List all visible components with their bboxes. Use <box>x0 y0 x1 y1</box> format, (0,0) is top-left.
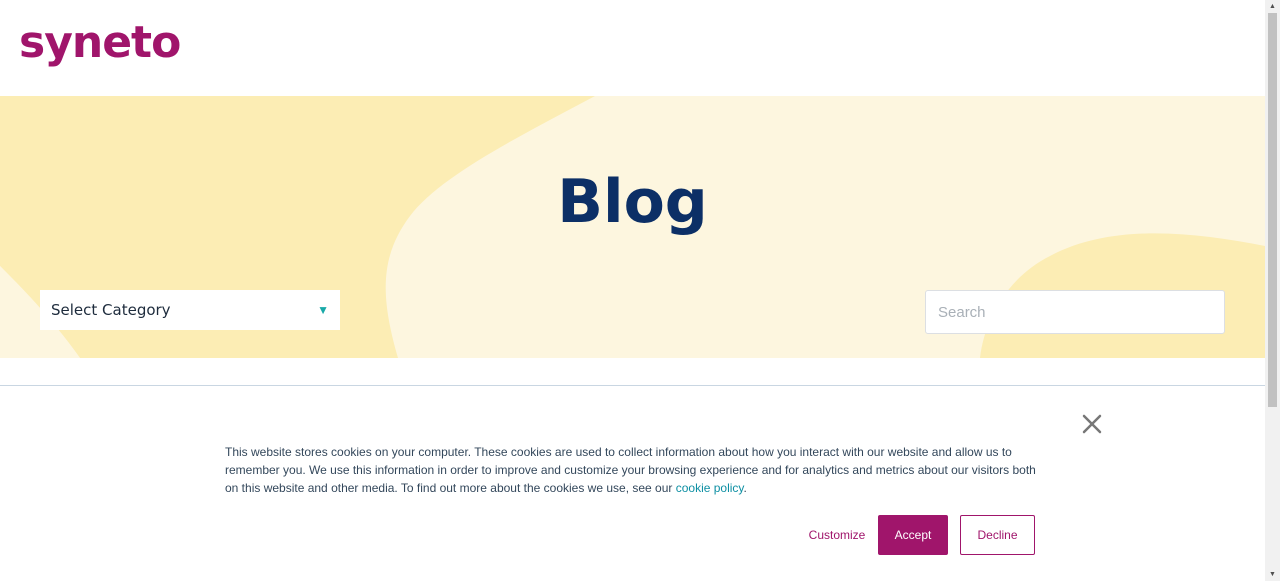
scrollbar-thumb[interactable] <box>1268 13 1277 407</box>
decline-button[interactable]: Decline <box>960 515 1035 555</box>
syneto-logo[interactable]: syneto <box>19 20 181 66</box>
vertical-scrollbar[interactable]: ▲ ▼ <box>1265 0 1280 581</box>
cookie-text-body: This website stores cookies on your comp… <box>225 445 1036 495</box>
search-input[interactable] <box>925 290 1225 334</box>
blog-hero: Blog Select Category ▼ <box>0 96 1265 358</box>
dropdown-arrow-icon: ▼ <box>317 303 329 317</box>
scroll-up-icon[interactable]: ▲ <box>1265 0 1280 13</box>
close-icon[interactable] <box>1080 412 1104 436</box>
category-select-value: Select Category <box>51 301 171 319</box>
customize-button[interactable]: Customize <box>800 515 874 555</box>
site-header: syneto <box>0 0 1265 96</box>
page-title: Blog <box>557 167 708 237</box>
page: syneto Blog Select Category ▼ This websi… <box>0 0 1265 581</box>
scroll-down-icon[interactable]: ▼ <box>1265 568 1280 581</box>
cookie-policy-link[interactable]: cookie policy <box>676 481 744 495</box>
cookie-banner: This website stores cookies on your comp… <box>0 386 1265 581</box>
cookie-notice-text: This website stores cookies on your comp… <box>225 443 1045 497</box>
category-select[interactable]: Select Category ▼ <box>40 290 340 330</box>
accept-button[interactable]: Accept <box>878 515 948 555</box>
cookie-text-end: . <box>743 481 747 495</box>
